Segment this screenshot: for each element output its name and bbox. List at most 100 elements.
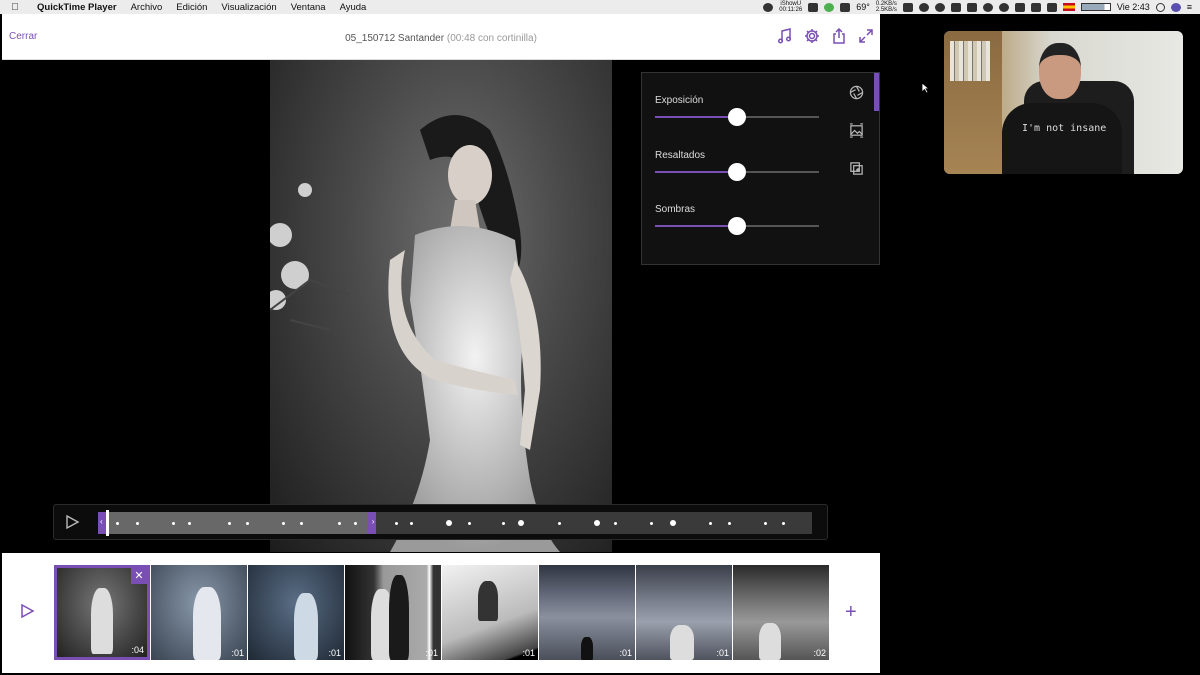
search-alt-icon[interactable] (934, 2, 945, 12)
cloud-icon[interactable] (966, 2, 977, 12)
timeline-marker (468, 522, 471, 525)
highlights-slider[interactable] (655, 163, 819, 181)
ishowu-status[interactable]: iShowU 00:11:26 (779, 1, 802, 13)
clip-subject (389, 575, 409, 660)
selection-start-handle-icon[interactable]: ‹ (100, 517, 103, 526)
adjust-panel: Exposición Resaltados Sombras (641, 72, 880, 265)
copy-icon[interactable] (847, 159, 865, 177)
image-frame-icon[interactable] (847, 121, 865, 139)
aperture-icon[interactable] (847, 83, 865, 101)
project-name: 05_150712 Santander (345, 33, 445, 44)
timeline-marker (728, 522, 731, 525)
panel-scrollbar[interactable] (874, 73, 879, 111)
apple-menu-icon[interactable]:  (0, 2, 30, 13)
record-icon[interactable] (763, 2, 774, 12)
clip-subject (478, 581, 498, 621)
dropbox-icon[interactable] (950, 2, 961, 12)
gear-icon[interactable] (804, 28, 820, 44)
clip-thumbnail[interactable]: ✕ :04 (54, 565, 150, 660)
cpu-graph-icon[interactable] (902, 2, 913, 12)
filmstrip: ✕ :04 :01 :01 :01 :01 :01:01:02 + (2, 553, 880, 673)
timeline-marker (282, 522, 285, 525)
clip-thumbnail[interactable]: :01 (345, 565, 441, 660)
wifi-icon[interactable] (1014, 2, 1025, 12)
scrubber-play-icon[interactable] (64, 514, 80, 530)
clip-thumbnail[interactable]: :01 (151, 565, 247, 660)
timeline-marker (594, 520, 600, 526)
spain-flag-icon[interactable] (1062, 3, 1075, 11)
menu-edicion[interactable]: Edición (169, 2, 214, 13)
timeline-marker (116, 522, 119, 525)
shadows-slider-knob[interactable] (728, 217, 746, 235)
clip-subject (670, 625, 694, 660)
expand-icon[interactable] (858, 28, 874, 44)
clip-duration: :02 (813, 648, 826, 658)
timeline-marker (338, 522, 341, 525)
menu-ayuda[interactable]: Ayuda (333, 2, 374, 13)
menu-clock[interactable]: Vie 2:43 (1117, 2, 1150, 12)
timeline-marker (782, 522, 785, 525)
scrubber-selection[interactable]: ‹ › (98, 512, 377, 534)
timeline-marker (300, 522, 303, 525)
timeline-marker (558, 522, 561, 525)
clip-thumbnail[interactable]: :01 (442, 565, 538, 660)
timeline-marker (354, 522, 357, 525)
airplay-icon[interactable] (1030, 2, 1041, 12)
exposure-label: Exposición (655, 95, 704, 106)
scrubber-track[interactable]: ‹ › (98, 510, 812, 536)
timeline-marker (172, 522, 175, 525)
exposure-slider-knob[interactable] (728, 108, 746, 126)
temperature[interactable]: 69° (856, 2, 870, 12)
share-icon[interactable] (831, 28, 847, 44)
clip-thumbnail[interactable]: :02 (733, 565, 829, 660)
clip-list: ✕ :04 :01 :01 :01 :01 :01:01:02 (54, 565, 829, 660)
app-icon[interactable] (840, 2, 851, 12)
status-dot-icon[interactable] (824, 2, 835, 12)
timeline-marker (246, 522, 249, 525)
menu-ventana[interactable]: Ventana (284, 2, 333, 13)
music-note-icon[interactable] (777, 28, 793, 44)
mouse-cursor-icon (921, 82, 931, 94)
screen-icon[interactable] (808, 2, 819, 12)
timeline-marker (650, 522, 653, 525)
add-clip-button[interactable]: + (845, 601, 857, 624)
network-speed[interactable]: 0.2KB/s 2.5KB/s (876, 1, 897, 13)
timeline-marker (188, 522, 191, 525)
volume-icon[interactable] (1046, 2, 1057, 12)
selection-end-handle-icon[interactable]: › (372, 517, 375, 526)
menu-archivo[interactable]: Archivo (124, 2, 170, 13)
timeline-marker (395, 522, 398, 525)
clip-thumbnail[interactable]: :01 (636, 565, 732, 660)
bluetooth-icon[interactable] (998, 2, 1009, 12)
preview-photo (270, 60, 612, 552)
highlights-slider-fill (655, 171, 737, 173)
timeline-marker (410, 522, 413, 525)
status-area: iShowU 00:11:26 69° 0.2KB/s 2.5KB/s Vie … (763, 1, 1200, 13)
clip-subject (759, 623, 781, 660)
books (950, 41, 990, 81)
clip-duration: :01 (231, 648, 244, 658)
shadows-slider[interactable] (655, 217, 819, 235)
eye-icon[interactable] (918, 2, 929, 12)
menu-app-name[interactable]: QuickTime Player (30, 2, 124, 13)
webcam-overlay[interactable]: I'm not insane (944, 31, 1183, 174)
notification-center-icon[interactable]: ≡ (1187, 2, 1192, 12)
clip-thumbnail[interactable]: :01 (248, 565, 344, 660)
highlights-slider-knob[interactable] (728, 163, 746, 181)
exposure-slider[interactable] (655, 108, 819, 126)
remove-clip-icon[interactable]: ✕ (131, 568, 147, 584)
playhead[interactable] (106, 510, 109, 536)
clip-thumbnail[interactable]: :01 (539, 565, 635, 660)
timeline-marker (614, 522, 617, 525)
menu-visualizacion[interactable]: Visualización (214, 2, 283, 13)
user-avatar-icon[interactable] (1170, 2, 1181, 12)
sync-icon[interactable] (982, 2, 993, 12)
top-bar: Cerrar 05_150712 Santander (00:48 con co… (2, 14, 880, 60)
battery-icon[interactable] (1080, 3, 1111, 11)
filmstrip-play-icon[interactable] (19, 603, 35, 619)
timeline-marker (709, 522, 712, 525)
timeline-marker (518, 520, 524, 526)
highlights-label: Resaltados (655, 150, 706, 161)
timeline-marker (136, 522, 139, 525)
spotlight-icon[interactable] (1155, 2, 1165, 12)
